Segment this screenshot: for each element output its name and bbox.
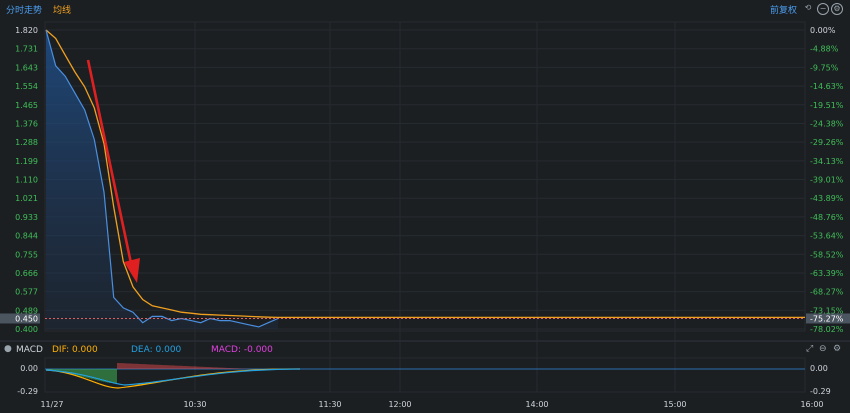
pct-tick-label: -14.63% [810,82,844,91]
pct-tick-label: -68.27% [810,288,844,297]
time-tick-label: 15:00 [663,400,686,409]
adjust-button[interactable]: 前复权 [770,3,797,16]
pct-tick-label: -29.26% [810,138,844,147]
pct-tick-label: -4.88% [810,45,839,54]
pct-tick-label: -9.75% [810,63,839,72]
tab-average-line[interactable]: 均线 [53,3,71,16]
price-panel-frame [44,21,806,332]
macd-value-label: MACD: -0.000 [211,345,273,355]
price-tick-label: 0.577 [15,288,38,297]
average-line [45,29,805,319]
pct-tick-label: -43.89% [810,194,844,203]
time-tick-label: 16:00 [800,400,823,409]
price-tick-label: 1.643 [15,63,38,72]
pct-tick-label: -34.13% [810,157,844,166]
price-tick-label: 0.666 [15,269,38,278]
intraday-chart: 1.820 0.00% 1.731 -4.88% 1.643 -9.75% 1.554 -14… [0,21,850,409]
dif-label: DIF: 0.000 [52,345,98,355]
macd-collapse-icon[interactable]: ● [4,344,12,354]
price-tick-label: 1.110 [15,176,38,185]
macd-tick-label: 0.00 [20,364,38,373]
pct-tick-label: 0.00% [810,26,836,35]
undo-icon[interactable]: ⟲ [803,3,813,13]
price-tick-label: 1.554 [15,82,38,91]
price-tick-label: 1.731 [15,45,38,54]
price-tick-label: 1.288 [15,138,38,147]
settings-icon[interactable]: ⚙ [831,3,843,15]
zoom-out-icon[interactable]: − [817,3,829,15]
macd-panel-frame [44,357,806,393]
price-tick-label: 1.199 [15,157,38,166]
pct-tick-label: -78.02% [810,325,844,334]
price-tick-label: 1.376 [15,119,38,128]
price-tick-label: 1.465 [15,101,38,110]
pct-tick-label: -53.64% [810,232,844,241]
price-tick-label: 0.844 [15,232,38,241]
price-tick-label: 1.021 [15,194,38,203]
time-tick-label: 12:00 [388,400,411,409]
tab-intraday[interactable]: 分时走势 [6,3,42,16]
pct-tick-label: -39.01% [810,176,844,185]
pct-tick-label: -63.39% [810,269,844,278]
macd-title: MACD [16,345,43,355]
time-tick-label: 11:30 [318,400,341,409]
macd-tick-label: -0.29 [17,387,38,396]
time-tick-label: 10:30 [183,400,206,409]
settings-icon-macd[interactable]: ⚙ [833,344,841,354]
pct-tick-label: -24.38% [810,119,844,128]
dea-label: DEA: 0.000 [131,345,182,355]
price-tick-label: 1.820 [15,26,38,35]
current-pct-label: -75.27% [810,314,844,323]
current-price-label: 0.450 [15,314,38,323]
price-tick-label: 0.400 [15,325,38,334]
pct-tick-label: -58.52% [810,250,844,259]
pct-tick-label: -19.51% [810,101,844,110]
minus-icon[interactable]: ⊖ [819,344,827,354]
time-tick-label: 14:00 [525,400,548,409]
macd-tick-label: -0.29 [810,387,831,396]
expand-icon[interactable]: ⤢ [806,344,813,354]
pct-tick-label: -48.76% [810,213,844,222]
price-tick-label: 0.933 [15,213,38,222]
macd-tick-label: 0.00 [810,364,828,373]
time-tick-label: 11/27 [40,400,63,409]
price-tick-label: 0.755 [15,250,38,259]
